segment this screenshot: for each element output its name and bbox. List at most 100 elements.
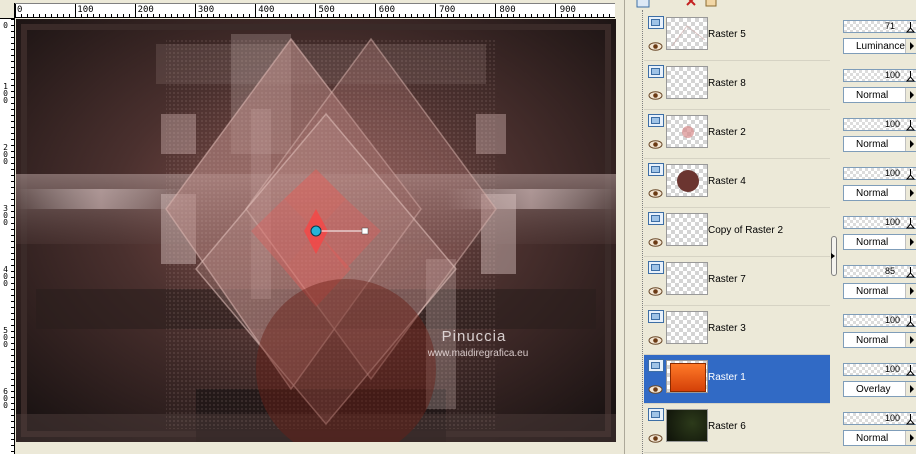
layer-row[interactable]: Raster 4 [644, 159, 830, 207]
layer-thumbnail[interactable] [666, 213, 708, 246]
raster-layer-icon[interactable] [648, 310, 664, 323]
visibility-eye-icon[interactable] [648, 287, 663, 296]
dropdown-arrow-icon[interactable] [905, 284, 916, 298]
visibility-eye-icon[interactable] [648, 42, 663, 51]
raster-layer-icon[interactable] [648, 16, 664, 29]
dropdown-arrow-icon[interactable] [905, 88, 916, 102]
dropdown-arrow-icon[interactable] [905, 235, 916, 249]
opacity-slider[interactable]: 85 [843, 265, 916, 278]
expand-arrow-icon[interactable] [831, 253, 835, 259]
visibility-eye-icon[interactable] [648, 336, 663, 345]
opacity-slider[interactable]: 100 [843, 216, 916, 229]
layer-row[interactable]: Copy of Raster 2 [644, 208, 830, 256]
layer-row[interactable]: Raster 7 [644, 257, 830, 305]
layer-thumbnail[interactable] [666, 311, 708, 344]
blend-mode-value: Normal [856, 188, 889, 199]
blend-mode-select[interactable]: Normal [843, 87, 916, 103]
horizontal-ruler: 0 100 200 300 400 500 600 700 800 900 [15, 3, 615, 18]
layer-thumbnail[interactable] [666, 360, 708, 393]
panel-divider[interactable] [624, 0, 632, 454]
layer-thumbnail[interactable] [666, 115, 708, 148]
layer-row[interactable]: Raster 8 [644, 61, 830, 109]
raster-layer-icon[interactable] [648, 261, 664, 274]
opacity-value: 100 [885, 70, 901, 80]
opacity-slider[interactable]: 71 [843, 20, 916, 33]
blend-mode-select[interactable]: Normal [843, 185, 916, 201]
dropdown-arrow-icon[interactable] [905, 431, 916, 445]
layer-thumbnail[interactable] [666, 409, 708, 442]
blend-mode-select[interactable]: Normal [843, 332, 916, 348]
raster-layer-icon[interactable] [648, 114, 664, 127]
horizontal-scroll-strip[interactable] [16, 442, 616, 454]
layer-name: Raster 2 [708, 127, 746, 138]
layer-properties: 100 Normal [843, 304, 916, 348]
layer-row[interactable]: Raster 1 [644, 355, 830, 403]
delete-layer-icon[interactable] [684, 0, 698, 8]
layer-row[interactable]: Raster 2 [644, 110, 830, 158]
blend-mode-select[interactable]: Normal [843, 234, 916, 250]
opacity-marker-icon[interactable] [906, 71, 915, 82]
layer-row[interactable]: Raster 3 [644, 306, 830, 354]
layer-thumbnail[interactable] [666, 164, 708, 197]
new-layer-icon[interactable] [636, 0, 650, 8]
layer-properties: 100 Overlay [843, 353, 916, 397]
blend-mode-select[interactable]: Normal [843, 430, 916, 446]
layers-toolbar [632, 0, 916, 10]
palette-splitter[interactable] [830, 10, 839, 454]
opacity-value: 100 [885, 119, 901, 129]
dropdown-arrow-icon[interactable] [905, 382, 916, 396]
opacity-marker-icon[interactable] [906, 218, 915, 229]
raster-layer-icon[interactable] [648, 212, 664, 225]
blend-mode-select[interactable]: Normal [843, 283, 916, 299]
visibility-eye-icon[interactable] [648, 385, 663, 394]
layer-row[interactable]: Raster 6 [644, 404, 830, 452]
opacity-slider[interactable]: 100 [843, 314, 916, 327]
blend-mode-select[interactable]: Normal [843, 136, 916, 152]
visibility-eye-icon[interactable] [648, 91, 663, 100]
raster-layer-icon[interactable] [648, 408, 664, 421]
ruler-corner [0, 3, 15, 19]
vertical-scroll-strip[interactable] [616, 19, 624, 454]
layer-properties: 100 Normal [843, 402, 916, 446]
layer-properties: 100 Normal [843, 206, 916, 250]
visibility-eye-icon[interactable] [648, 434, 663, 443]
ruler-label: 5 0 0 [3, 326, 8, 349]
opacity-marker-icon[interactable] [906, 22, 915, 33]
visibility-eye-icon[interactable] [648, 189, 663, 198]
blend-mode-select[interactable]: Luminance [843, 38, 916, 54]
image-canvas[interactable]: Pinuccia www.maidiregrafica.eu [16, 19, 616, 442]
opacity-marker-icon[interactable] [906, 414, 915, 425]
blend-mode-select[interactable]: Overlay [843, 381, 916, 397]
layer-row[interactable]: Raster 5 [644, 12, 830, 60]
blend-mode-value: Luminance [856, 41, 905, 52]
opacity-marker-icon[interactable] [906, 267, 915, 278]
opacity-marker-icon[interactable] [906, 120, 915, 131]
visibility-eye-icon[interactable] [648, 140, 663, 149]
layer-thumbnail[interactable] [666, 262, 708, 295]
opacity-value: 100 [885, 217, 901, 227]
blend-mode-value: Normal [856, 237, 889, 248]
dropdown-arrow-icon[interactable] [905, 333, 916, 347]
opacity-marker-icon[interactable] [906, 316, 915, 327]
layer-properties-icon[interactable] [704, 0, 718, 8]
ruler-label: 0 [3, 21, 8, 30]
dropdown-arrow-icon[interactable] [905, 186, 916, 200]
raster-layer-icon[interactable] [648, 163, 664, 176]
paint-shop-window: 0 100 200 300 400 500 600 700 800 900 0 1 0 0 2 0 0… [0, 0, 916, 454]
dropdown-arrow-icon[interactable] [905, 137, 916, 151]
raster-layer-icon[interactable] [648, 359, 664, 372]
blend-mode-value: Overlay [856, 384, 891, 395]
opacity-marker-icon[interactable] [906, 365, 915, 376]
layer-thumbnail[interactable] [666, 17, 708, 50]
opacity-slider[interactable]: 100 [843, 118, 916, 131]
vertical-ruler: 0 1 0 0 2 0 0 3 0 0 4 0 0 5 0 0 6 0 0 [0, 19, 15, 454]
opacity-slider[interactable]: 100 [843, 363, 916, 376]
dropdown-arrow-icon[interactable] [905, 39, 916, 53]
opacity-marker-icon[interactable] [906, 169, 915, 180]
raster-layer-icon[interactable] [648, 65, 664, 78]
opacity-slider[interactable]: 100 [843, 167, 916, 180]
layer-thumbnail[interactable] [666, 66, 708, 99]
opacity-slider[interactable]: 100 [843, 412, 916, 425]
opacity-slider[interactable]: 100 [843, 69, 916, 82]
visibility-eye-icon[interactable] [648, 238, 663, 247]
